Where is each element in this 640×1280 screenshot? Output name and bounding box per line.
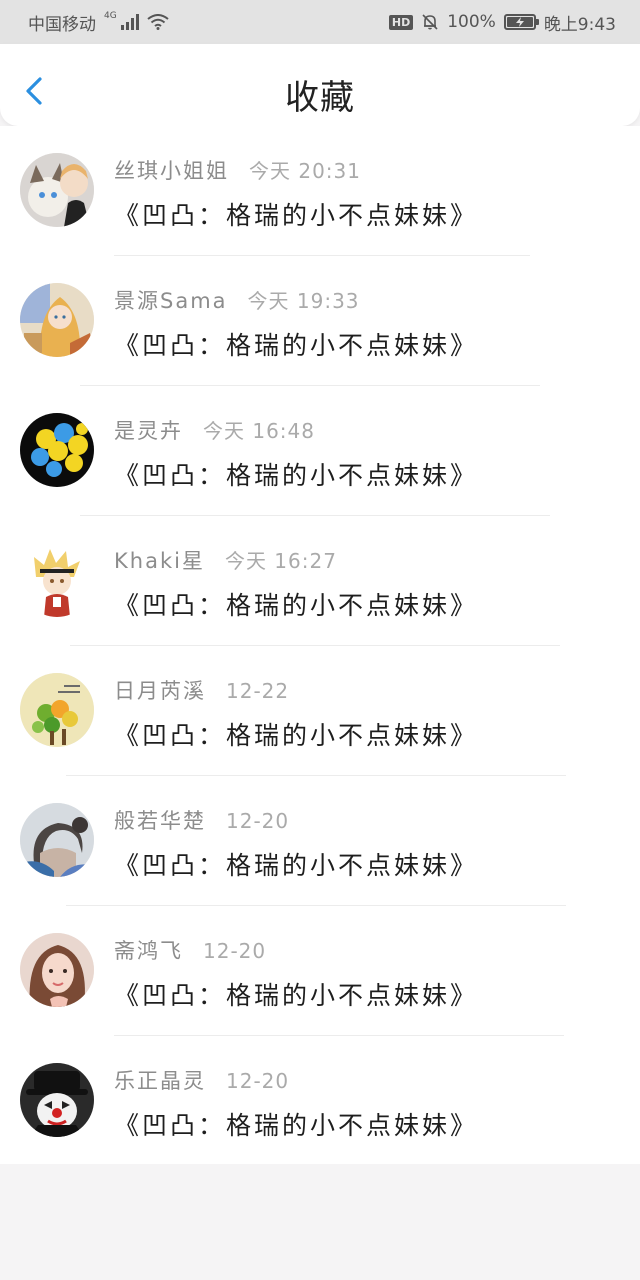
timestamp: 12-20 <box>226 1069 290 1093</box>
hd-badge: HD <box>388 14 414 30</box>
list-item[interactable]: 是灵卉 今天 16:48 《凹凸：格瑞的小不点妹妹》 <box>0 386 640 516</box>
username[interactable]: 是灵卉 <box>114 415 183 445</box>
timestamp: 今天 19:33 <box>247 289 360 313</box>
carrier-name: 中国移动 <box>28 14 96 35</box>
list-item[interactable]: 斋鸿飞 12-20 《凹凸：格瑞的小不点妹妹》 <box>0 906 640 1036</box>
timestamp: 12-22 <box>226 679 290 703</box>
item-title[interactable]: 《凹凸：格瑞的小不点妹妹》 <box>114 196 478 232</box>
item-title[interactable]: 《凹凸：格瑞的小不点妹妹》 <box>114 456 478 492</box>
timestamp: 12-20 <box>226 809 290 833</box>
avatar[interactable] <box>20 933 94 1007</box>
wifi-icon <box>147 14 169 30</box>
favorites-list: 丝琪小姐姐 今天 20:31 《凹凸：格瑞的小不点妹妹》 景源Sama 今天 1… <box>0 126 640 1164</box>
clock: 晚上9:43 <box>543 14 616 35</box>
item-meta: 景源Sama 今天 19:33 <box>114 285 360 315</box>
avatar[interactable] <box>20 803 94 877</box>
nav-bar: 收藏 <box>0 44 640 126</box>
item-meta: Khaki星 今天 16:27 <box>114 545 337 575</box>
username[interactable]: 斋鸿飞 <box>114 935 183 965</box>
avatar[interactable] <box>20 1063 94 1137</box>
item-title[interactable]: 《凹凸：格瑞的小不点妹妹》 <box>114 586 478 622</box>
page-title: 收藏 <box>285 78 355 118</box>
username[interactable]: 乐正晶灵 <box>114 1065 206 1095</box>
avatar[interactable] <box>20 153 94 227</box>
username[interactable]: Khaki星 <box>114 545 205 575</box>
item-title[interactable]: 《凹凸：格瑞的小不点妹妹》 <box>114 716 478 752</box>
list-item[interactable]: 景源Sama 今天 19:33 《凹凸：格瑞的小不点妹妹》 <box>0 256 640 386</box>
item-title[interactable]: 《凹凸：格瑞的小不点妹妹》 <box>114 976 478 1012</box>
avatar[interactable] <box>20 673 94 747</box>
timestamp: 今天 20:31 <box>249 159 361 183</box>
status-left: 中国移动 4G <box>28 10 169 35</box>
item-title[interactable]: 《凹凸：格瑞的小不点妹妹》 <box>114 326 478 362</box>
username[interactable]: 般若华楚 <box>114 805 206 835</box>
item-meta: 日月芮溪 12-22 <box>114 675 289 705</box>
timestamp: 今天 16:48 <box>203 419 315 443</box>
network-type: 4G <box>104 11 117 21</box>
list-item[interactable]: Khaki星 今天 16:27 《凹凸：格瑞的小不点妹妹》 <box>0 516 640 646</box>
avatar[interactable] <box>20 413 94 487</box>
status-bar: 中国移动 4G HD 100% 晚上9:43 <box>0 0 640 44</box>
battery-percent: 100% <box>447 12 496 32</box>
item-meta: 乐正晶灵 12-20 <box>114 1065 289 1095</box>
item-meta: 丝琪小姐姐 今天 20:31 <box>114 155 361 185</box>
list-item[interactable]: 丝琪小姐姐 今天 20:31 《凹凸：格瑞的小不点妹妹》 <box>0 126 640 256</box>
bell-muted-icon <box>422 14 438 30</box>
username[interactable]: 日月芮溪 <box>114 675 206 705</box>
username[interactable]: 丝琪小姐姐 <box>114 155 229 185</box>
timestamp: 12-20 <box>203 939 267 963</box>
signal-icon <box>120 14 139 30</box>
avatar[interactable] <box>20 283 94 357</box>
list-item[interactable]: 日月芮溪 12-22 《凹凸：格瑞的小不点妹妹》 <box>0 646 640 776</box>
item-meta: 斋鸿飞 12-20 <box>114 935 266 965</box>
item-meta: 是灵卉 今天 16:48 <box>114 415 315 445</box>
item-title[interactable]: 《凹凸：格瑞的小不点妹妹》 <box>114 1106 478 1142</box>
username[interactable]: 景源Sama <box>114 285 228 315</box>
timestamp: 今天 16:27 <box>224 549 337 573</box>
battery-icon <box>503 14 539 30</box>
item-meta: 般若华楚 12-20 <box>114 805 289 835</box>
avatar[interactable] <box>20 543 94 617</box>
list-item[interactable]: 般若华楚 12-20 《凹凸：格瑞的小不点妹妹》 <box>0 776 640 906</box>
item-title[interactable]: 《凹凸：格瑞的小不点妹妹》 <box>114 846 478 882</box>
list-item[interactable]: 乐正晶灵 12-20 《凹凸：格瑞的小不点妹妹》 <box>0 1036 640 1166</box>
status-right: HD 100% 晚上9:43 <box>388 10 616 35</box>
